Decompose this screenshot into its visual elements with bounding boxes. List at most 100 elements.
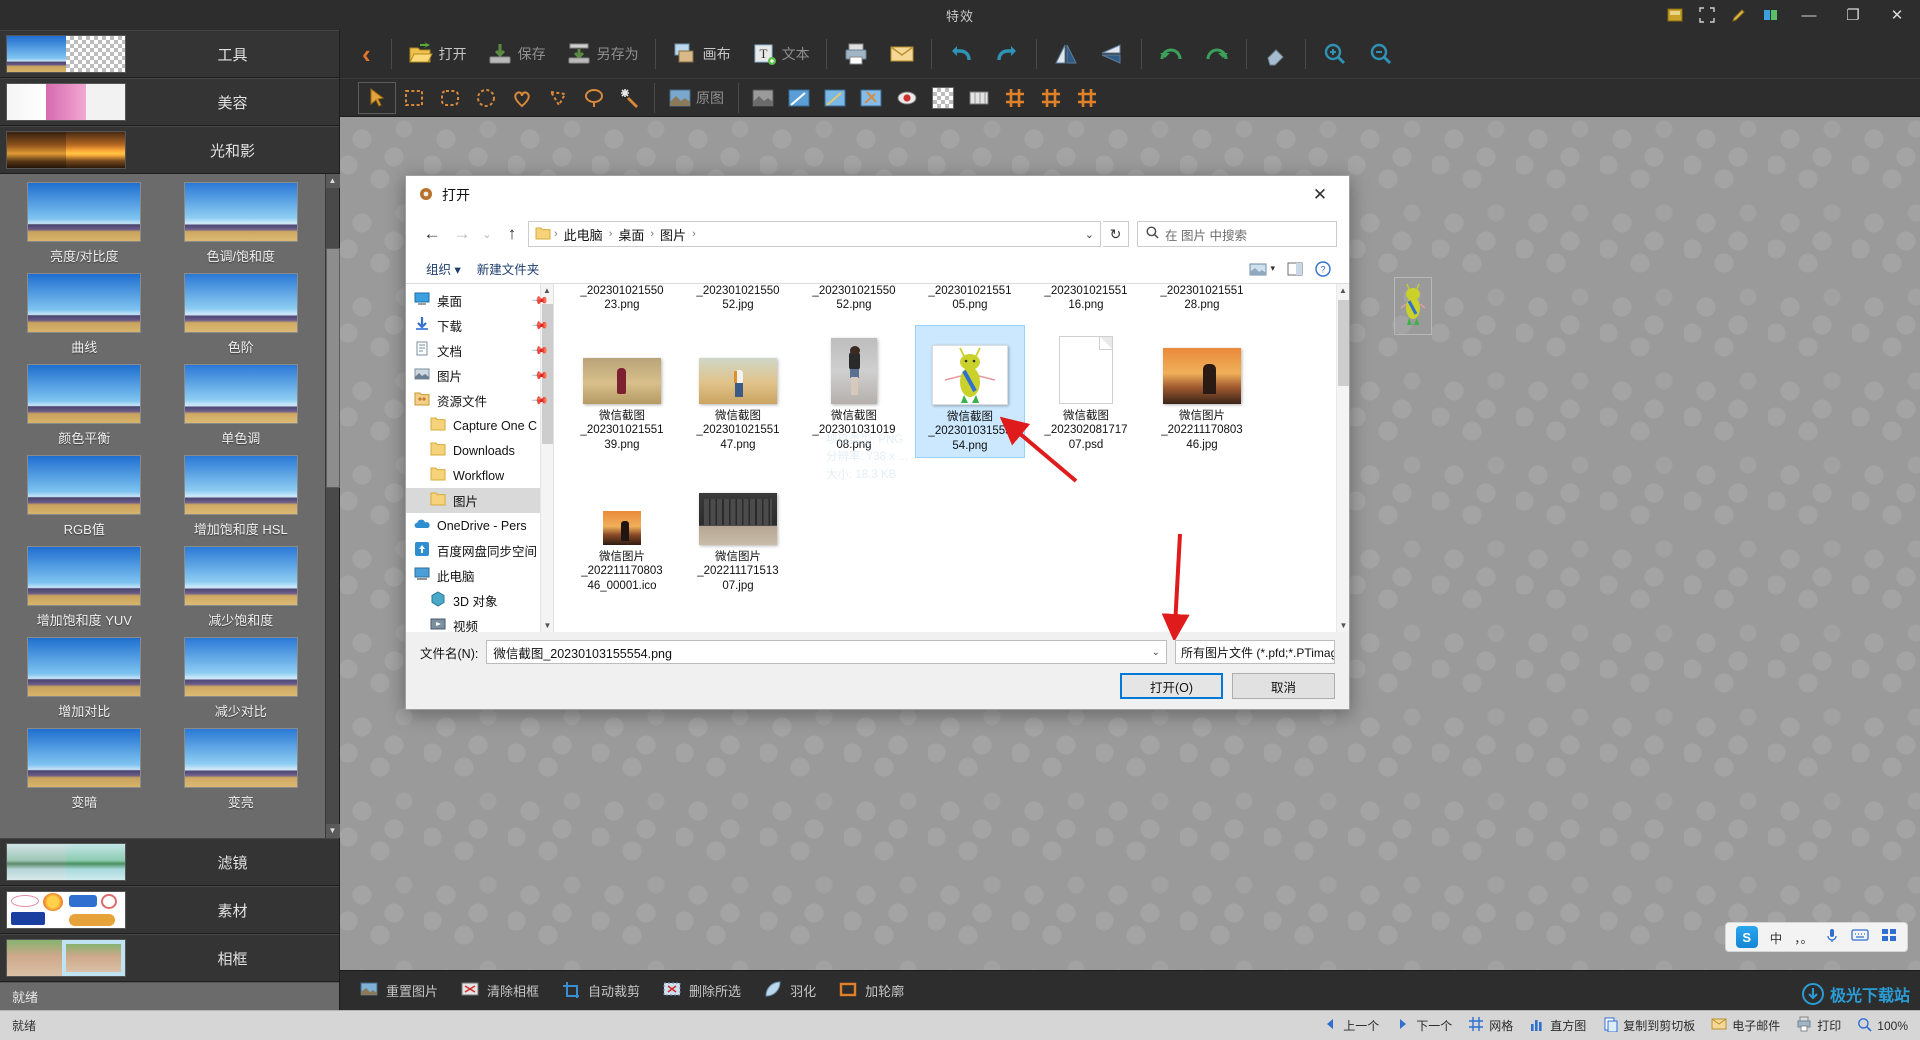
fullscreen-icon[interactable] <box>1698 6 1716 24</box>
toolbar-zoom-in-button[interactable] <box>1312 33 1358 75</box>
effect-item[interactable]: 色阶 <box>163 273 320 356</box>
toolbar-flip-vertical-button[interactable] <box>1089 33 1135 75</box>
effect-item[interactable]: 减少饱和度 <box>163 546 320 629</box>
tool-transparency[interactable] <box>925 82 961 114</box>
bottom-action-outline[interactable]: 加轮廓 <box>829 976 913 1006</box>
bottom-action-reset-image[interactable]: 重置图片 <box>350 976 447 1006</box>
toolbar-save-button[interactable]: 保存 <box>477 33 556 75</box>
effect-item[interactable]: 单色调 <box>163 364 320 447</box>
tree-node-0[interactable]: 桌面 📌 <box>406 288 553 313</box>
bottom-action-auto-crop[interactable]: 自动裁剪 <box>552 976 649 1006</box>
minimize-button[interactable]: — <box>1794 7 1824 24</box>
tool-lasso-select[interactable] <box>576 82 612 114</box>
taskbar-item-next[interactable]: 下一个 <box>1395 1016 1452 1035</box>
new-folder-button[interactable]: 新建文件夹 <box>469 256 548 281</box>
taskbar-item-histogram[interactable]: 直方图 <box>1529 1016 1586 1035</box>
navigation-tree[interactable]: ▲ ▼ 桌面 📌 下载 📌 文档 📌 图片 📌 资源文件 📌 Capture One C Downlo… <box>406 284 554 632</box>
open-button[interactable]: 打开(O) <box>1120 673 1223 699</box>
toolbar-open-button[interactable]: 打开 <box>398 33 477 75</box>
taskbar-item-print[interactable]: 打印 <box>1796 1016 1841 1035</box>
sidebar-category-frame[interactable]: 相框 <box>0 934 339 982</box>
breadcrumb-dropdown-icon[interactable]: ⌄ <box>1085 228 1094 241</box>
effect-item[interactable]: 色调/饱和度 <box>163 182 320 265</box>
panel-icon[interactable] <box>1881 928 1897 947</box>
tree-node-11[interactable]: 此电脑 <box>406 563 553 588</box>
file-item-partial[interactable]: _202301021551 16.png <box>1031 284 1141 317</box>
toolbar-undo-button[interactable] <box>938 33 984 75</box>
file-item[interactable]: 微信图片 _202211171513 07.jpg <box>683 466 793 597</box>
help-button[interactable]: ? <box>1309 258 1337 280</box>
toolbar-canvas-button[interactable]: 画布 <box>662 33 741 75</box>
toolbar-original-button[interactable]: 原图 <box>661 82 732 114</box>
layers-icon[interactable] <box>1666 6 1684 24</box>
tree-scrollbar[interactable]: ▲ ▼ <box>540 284 553 632</box>
taskbar-item-prev[interactable]: 上一个 <box>1322 1016 1379 1035</box>
taskbar-item-grid[interactable]: 网格 <box>1468 1016 1513 1035</box>
keyboard-icon[interactable] <box>1851 928 1869 947</box>
effect-item[interactable]: 增加饱和度 YUV <box>6 546 163 629</box>
effect-item[interactable]: RGB值 <box>6 455 163 538</box>
file-item-partial[interactable]: _202301021550 23.png <box>567 284 677 317</box>
tool-color-adjust[interactable] <box>781 82 817 114</box>
close-button[interactable]: ✕ <box>1882 6 1912 24</box>
breadcrumb-item-2[interactable]: 图片 <box>657 224 689 245</box>
ime-punctuation-label[interactable]: ，。 <box>1794 928 1813 947</box>
ime-language-label[interactable]: 中 <box>1770 928 1783 947</box>
tool-gray[interactable] <box>745 82 781 114</box>
tree-node-8[interactable]: 图片 <box>406 488 553 513</box>
tool-perspective[interactable] <box>961 82 997 114</box>
toolbar-zoom-out-button[interactable] <box>1358 33 1404 75</box>
effect-item[interactable]: 增加对比 <box>6 637 163 720</box>
toolbar-print-button[interactable] <box>833 33 879 75</box>
tool-repair[interactable] <box>853 82 889 114</box>
tree-node-13[interactable]: 视频 <box>406 613 553 632</box>
breadcrumb[interactable]: › 此电脑 › 桌面 › 图片 › ⌄ <box>528 221 1101 247</box>
tool-ellipse-select[interactable] <box>468 82 504 114</box>
effect-item[interactable]: 变暗 <box>6 728 163 811</box>
effect-item[interactable]: 变亮 <box>163 728 320 811</box>
tree-node-4[interactable]: 资源文件 📌 <box>406 388 553 413</box>
file-item[interactable]: 微信截图 _202302081717 07.psd <box>1031 325 1141 458</box>
effect-item[interactable]: 曲线 <box>6 273 163 356</box>
file-item-partial[interactable]: _202301021550 52.png <box>799 284 909 317</box>
search-input[interactable]: 在 图片 中搜索 <box>1137 221 1337 247</box>
file-item-partial[interactable]: _202301021551 28.png <box>1147 284 1257 317</box>
tool-grid-1[interactable] <box>997 82 1033 114</box>
chevron-down-icon[interactable]: ⌄ <box>1152 647 1160 658</box>
tool-brightness[interactable] <box>817 82 853 114</box>
tool-polygon-select[interactable] <box>540 82 576 114</box>
scroll-track[interactable] <box>325 188 340 824</box>
file-list-scrollbar[interactable]: ▲ ▼ <box>1336 284 1349 632</box>
canvas-selection-box[interactable] <box>1394 277 1432 335</box>
toolbar-rotate-left-button[interactable] <box>1148 33 1194 75</box>
file-item-partial[interactable]: _202301021550 52.jpg <box>683 284 793 317</box>
palette-icon[interactable] <box>1762 6 1780 24</box>
bottom-action-clear-frame[interactable]: 清除相框 <box>451 976 548 1006</box>
mic-icon[interactable] <box>1825 927 1839 948</box>
breadcrumb-item-1[interactable]: 桌面 <box>615 224 647 245</box>
tree-node-2[interactable]: 文档 📌 <box>406 338 553 363</box>
effect-item[interactable]: 亮度/对比度 <box>6 182 163 265</box>
tool-grid-3[interactable] <box>1069 82 1105 114</box>
nav-back-button[interactable]: ← <box>418 220 446 248</box>
file-item[interactable]: 微信截图 _202301021551 39.png <box>567 325 677 458</box>
cancel-button[interactable]: 取消 <box>1232 673 1335 699</box>
organize-button[interactable]: 组织 ▾ <box>418 256 469 281</box>
toolbar-redo-button[interactable] <box>984 33 1030 75</box>
nav-recent-button[interactable]: ⌄ <box>478 220 496 248</box>
toolbar-save-as-button[interactable]: 另存为 <box>556 33 649 75</box>
taskbar-item-copy-clipboard[interactable]: 复制到剪切板 <box>1602 1016 1695 1035</box>
maximize-button[interactable]: ❐ <box>1838 6 1868 24</box>
toolbar-rotate-right-button[interactable] <box>1194 33 1240 75</box>
file-scroll-down[interactable]: ▼ <box>1337 619 1349 632</box>
tool-heart-select[interactable] <box>504 82 540 114</box>
back-button[interactable]: ‹ <box>348 41 385 67</box>
tool-magic-wand[interactable] <box>612 82 648 114</box>
nav-forward-button[interactable]: → <box>448 220 476 248</box>
ime-toolbar[interactable]: S 中 ，。 <box>1724 922 1908 952</box>
view-mode-button[interactable]: ▾ <box>1243 259 1281 279</box>
scroll-up-arrow[interactable]: ▲ <box>325 174 340 188</box>
file-item-partial[interactable]: _202301021551 05.png <box>915 284 1025 317</box>
tree-scroll-down[interactable]: ▼ <box>541 619 553 632</box>
sidebar-category-filter[interactable]: 滤镜 <box>0 838 339 886</box>
